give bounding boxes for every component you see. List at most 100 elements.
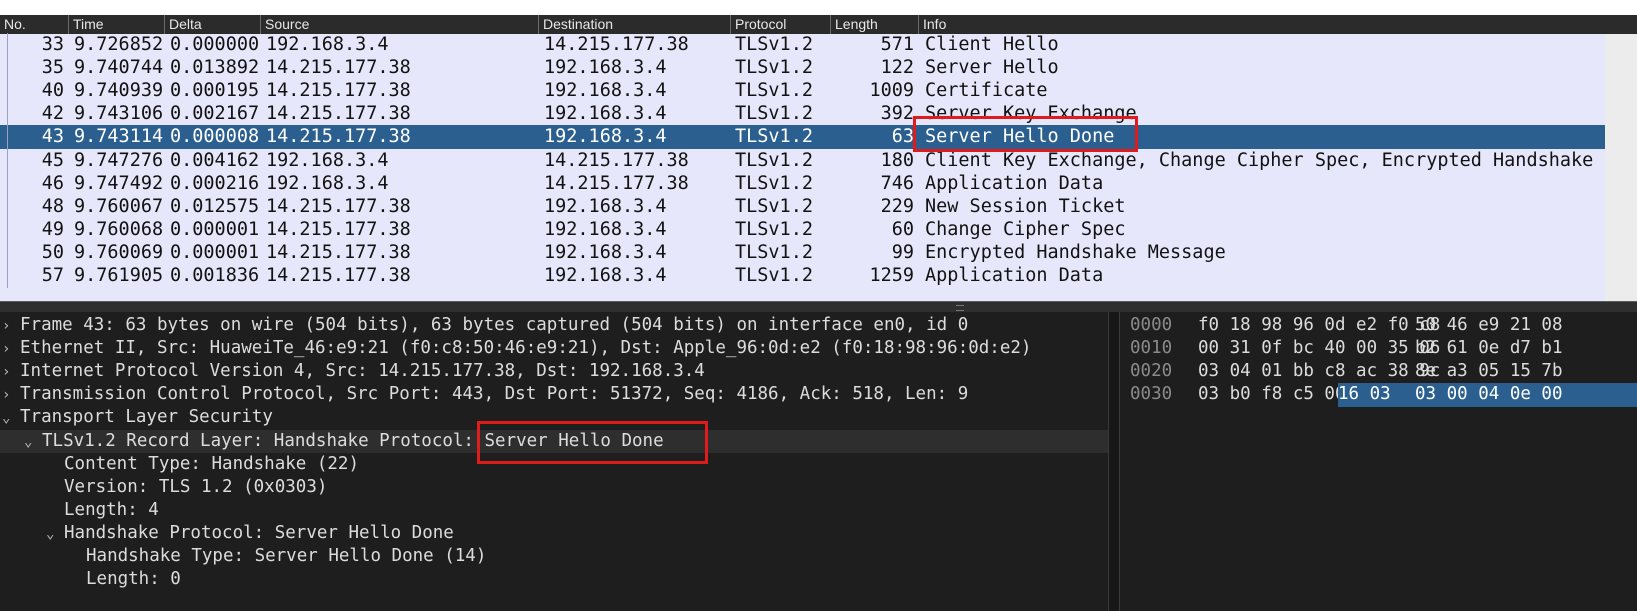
hex-offset: 0030 bbox=[1130, 384, 1173, 405]
detail-line[interactable]: › Frame 43: 63 bytes on wire (504 bits), … bbox=[0, 314, 1110, 338]
hex-line[interactable]: 0020 03 04 01 bb c8 ac 38 9c 8e a3 05 15 7… bbox=[1120, 360, 1637, 384]
packet-time: 9.726852 bbox=[74, 34, 164, 55]
packet-info: Application Data bbox=[925, 265, 1104, 286]
packet-length: 1009 bbox=[869, 80, 914, 102]
hex-bytes-b: 03 00 04 0e 00 bbox=[1414, 383, 1637, 407]
packet-info: Application Data bbox=[925, 172, 1104, 194]
detail-line[interactable]: Length: 0 bbox=[0, 568, 1176, 592]
packet-length: 571 bbox=[880, 34, 914, 55]
packet-delta: 0.000216 bbox=[170, 172, 260, 194]
column-header-no[interactable]: No. bbox=[0, 15, 68, 34]
packet-length: 229 bbox=[880, 195, 914, 217]
packet-protocol: TLSv1.2 bbox=[735, 195, 813, 217]
packet-delta: 0.000001 bbox=[170, 218, 260, 240]
hex-line[interactable]: 0000 f0 18 98 96 0d e2 f0 c8 50 46 e9 21 0… bbox=[1120, 314, 1637, 338]
column-header-delta[interactable]: Delta bbox=[164, 15, 260, 34]
column-header-time[interactable]: Time bbox=[68, 15, 164, 34]
chevron-down-icon[interactable]: ⌄ bbox=[46, 523, 64, 547]
hex-line[interactable]: 0030 03 b0 f8 c5 00 00 16 03 03 00 04 0e 00 bbox=[1120, 383, 1637, 407]
row-marker bbox=[0, 148, 8, 173]
chevron-right-icon[interactable]: › bbox=[2, 315, 20, 339]
chevron-right-icon[interactable]: › bbox=[2, 361, 20, 385]
packet-time: 9.761905 bbox=[74, 265, 164, 286]
table-row[interactable]: 57 9.761905 0.001836 14.215.177.38 192.168.3… bbox=[0, 264, 1605, 288]
packet-source: 14.215.177.38 bbox=[266, 241, 411, 263]
packet-protocol: TLSv1.2 bbox=[735, 34, 813, 55]
packet-source: 192.168.3.4 bbox=[266, 149, 389, 171]
column-header-protocol[interactable]: Protocol bbox=[730, 15, 830, 34]
column-header-source[interactable]: Source bbox=[260, 15, 538, 34]
column-header-length[interactable]: Length bbox=[830, 15, 918, 34]
packet-info: Server Key Exchange bbox=[925, 103, 1137, 125]
packet-destination: 192.168.3.4 bbox=[544, 218, 667, 240]
window-top-strip bbox=[0, 0, 1637, 16]
packet-length: 180 bbox=[880, 149, 914, 171]
packet-destination: 192.168.3.4 bbox=[544, 195, 667, 217]
packet-source: 14.215.177.38 bbox=[266, 103, 411, 125]
detail-text: Handshake Type: Server Hello Done (14) bbox=[86, 546, 487, 566]
detail-text: Handshake Protocol: Server Hello Done bbox=[64, 522, 454, 543]
table-row[interactable]: 45 9.747276 0.004162 192.168.3.4 14.215.177.… bbox=[0, 148, 1605, 173]
hex-bytes-a: 03 04 01 bb c8 ac 38 9c bbox=[1198, 361, 1441, 382]
table-row[interactable]: 50 9.760069 0.000001 14.215.177.38 192.168.3… bbox=[0, 240, 1605, 265]
packet-destination: 192.168.3.4 bbox=[544, 80, 667, 102]
packet-delta: 0.012575 bbox=[170, 195, 260, 217]
detail-text: Length: 0 bbox=[86, 569, 181, 590]
detail-line[interactable]: Version: TLS 1.2 (0x0303) bbox=[0, 476, 1154, 500]
packet-list-scrollbar[interactable] bbox=[1605, 34, 1637, 301]
packet-no: 43 bbox=[41, 126, 64, 148]
packet-delta: 0.000000 bbox=[170, 34, 260, 55]
column-header-destination[interactable]: Destination bbox=[538, 15, 730, 34]
detail-line[interactable]: ⌄ Transport Layer Security bbox=[0, 406, 1110, 430]
packet-time: 9.747276 bbox=[74, 149, 164, 171]
packet-length: 99 bbox=[891, 241, 914, 263]
packet-destination: 192.168.3.4 bbox=[544, 265, 667, 286]
detail-text: Frame 43: 63 bytes on wire (504 bits), 6… bbox=[20, 315, 969, 335]
packet-list: 33 9.726852 0.000000 192.168.3.4 14.215.177.… bbox=[0, 33, 1605, 301]
packet-time: 9.747492 bbox=[74, 172, 164, 194]
hex-line[interactable]: 0010 00 31 0f bc 40 00 35 06 b2 61 0e d7 b… bbox=[1120, 337, 1637, 361]
table-row[interactable]: 49 9.760068 0.000001 14.215.177.38 192.168.3… bbox=[0, 217, 1605, 242]
row-marker bbox=[0, 194, 8, 219]
table-row[interactable]: 35 9.740744 0.013892 14.215.177.38 192.168.3… bbox=[0, 56, 1605, 81]
table-row[interactable]: 48 9.760067 0.012575 14.215.177.38 192.168.3… bbox=[0, 194, 1605, 219]
packet-delta: 0.000195 bbox=[170, 80, 260, 102]
packet-destination: 14.215.177.38 bbox=[544, 149, 689, 171]
chevron-right-icon[interactable]: › bbox=[2, 338, 20, 362]
row-marker bbox=[0, 217, 8, 242]
splitter-grip-icon bbox=[956, 305, 964, 311]
chevron-down-icon[interactable]: ⌄ bbox=[2, 407, 20, 431]
packet-delta: 0.004162 bbox=[170, 149, 260, 171]
detail-line[interactable]: Length: 4 bbox=[0, 499, 1154, 523]
detail-line[interactable]: › Internet Protocol Version 4, Src: 14.21… bbox=[0, 360, 1110, 384]
table-row[interactable]: 40 9.740939 0.000195 14.215.177.38 192.168.3… bbox=[0, 79, 1605, 104]
detail-line[interactable]: › Transmission Control Protocol, Src Port… bbox=[0, 383, 1110, 407]
packet-destination: 192.168.3.4 bbox=[544, 241, 667, 263]
packet-delta: 0.002167 bbox=[170, 103, 260, 125]
table-row[interactable]: 46 9.747492 0.000216 192.168.3.4 14.215.177.… bbox=[0, 171, 1605, 196]
packet-time: 9.743106 bbox=[74, 103, 164, 125]
row-marker bbox=[0, 33, 8, 57]
table-row-selected[interactable]: 43 9.743114 0.000008 14.215.177.38 192.168.3… bbox=[0, 125, 1605, 150]
chevron-right-icon[interactable]: › bbox=[2, 384, 20, 408]
packet-bytes-pane: 0000 f0 18 98 96 0d e2 f0 c8 50 46 e9 21 0… bbox=[1120, 312, 1637, 611]
packet-time: 9.740744 bbox=[74, 57, 164, 79]
column-header-info[interactable]: Info bbox=[918, 15, 1637, 34]
detail-line[interactable]: Content Type: Handshake (22) bbox=[0, 453, 1154, 477]
detail-line[interactable]: › Ethernet II, Src: HuaweiTe_46:e9:21 (f0… bbox=[0, 337, 1110, 361]
table-row[interactable]: 42 9.743106 0.002167 14.215.177.38 192.168.3… bbox=[0, 102, 1605, 127]
row-marker bbox=[0, 171, 8, 196]
packet-protocol: TLSv1.2 bbox=[735, 149, 813, 171]
packet-info: Encrypted Handshake Message bbox=[925, 241, 1226, 263]
table-row[interactable]: 33 9.726852 0.000000 192.168.3.4 14.215.177.… bbox=[0, 33, 1605, 57]
detail-line[interactable]: ⌄ Handshake Protocol: Server Hello Done bbox=[0, 522, 1154, 546]
hex-offset: 0020 bbox=[1130, 361, 1173, 382]
packet-delta: 0.001836 bbox=[170, 265, 260, 286]
detail-line[interactable]: Handshake Type: Server Hello Done (14) bbox=[0, 545, 1176, 569]
pane-divider[interactable] bbox=[1108, 312, 1120, 611]
packet-list-header: No. Time Delta Source Destination Protoc… bbox=[0, 15, 1637, 34]
detail-line[interactable]: ⌄ TLSv1.2 Record Layer: Handshake Protoco… bbox=[0, 429, 1132, 455]
hex-offset: 0000 bbox=[1130, 315, 1173, 335]
chevron-down-icon[interactable]: ⌄ bbox=[24, 431, 42, 455]
detail-text: Transport Layer Security bbox=[20, 407, 273, 428]
